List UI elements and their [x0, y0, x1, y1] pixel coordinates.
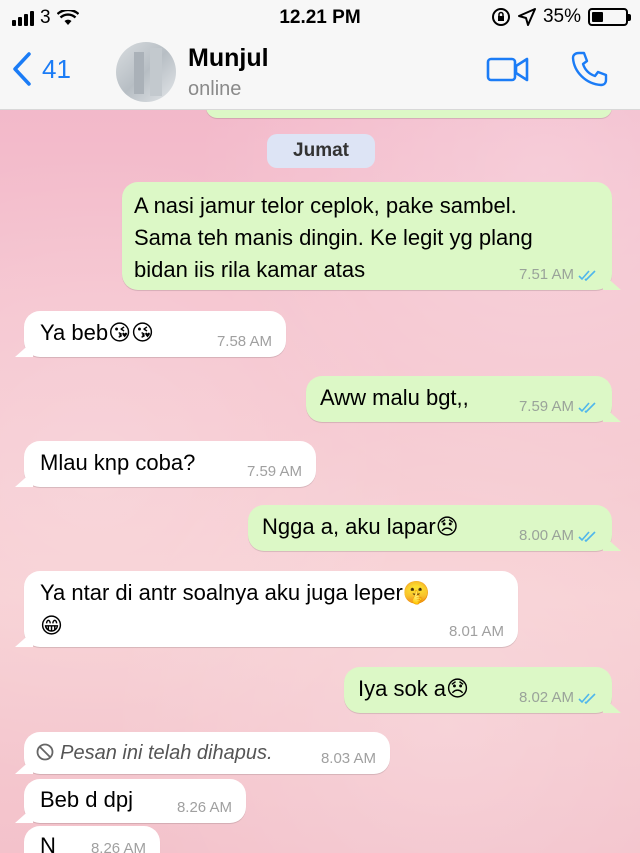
message-meta: 7.51 AM — [519, 266, 598, 284]
message-text: N — [40, 833, 56, 853]
contact-name[interactable]: Munjul — [188, 44, 269, 73]
status-right: 35% — [491, 6, 631, 28]
message-time: 8.26 AM — [90, 840, 146, 853]
message-time: 7.59 AM — [246, 463, 302, 480]
message-bubble-incoming[interactable]: N 8.26 AM — [24, 826, 160, 853]
message-time: 8.03 AM — [320, 750, 376, 767]
double-check-icon — [578, 693, 596, 704]
battery-icon — [588, 8, 631, 26]
grin-emoji: 😁 — [40, 614, 63, 639]
message-text: Beb d dpj — [40, 787, 133, 812]
message-text: Ya ntar di antr soalnya aku juga leper — [40, 580, 403, 605]
message-bubble-incoming[interactable]: Mlau knp coba? 7.59 AM — [24, 441, 316, 487]
message-bubble-incoming[interactable]: Beb d dpj 8.26 AM — [24, 779, 246, 823]
message-meta: 8.02 AM — [519, 689, 598, 707]
message-text-line: Sama teh manis dingin. Ke legit yg plang — [134, 225, 533, 250]
message-time: 8.01 AM — [448, 623, 504, 640]
message-bubble-outgoing[interactable]: Aww malu bgt,, 7.59 AM — [306, 376, 612, 422]
message-text-line: A nasi jamur telor ceplok, pake sambel. — [134, 193, 517, 218]
disappointed-emoji: 😞 — [435, 515, 459, 540]
message-bubble-incoming[interactable]: Ya ntar di antr soalnya aku juga leper🤫 … — [24, 571, 518, 647]
video-call-icon[interactable] — [486, 54, 530, 84]
chat-area[interactable]: Jumat A nasi jamur telor ceplok, pake sa… — [0, 0, 640, 853]
chevron-left-icon — [13, 52, 31, 86]
double-check-icon — [578, 531, 596, 542]
battery-fill — [592, 12, 604, 22]
message-text: Ngga a, aku lapar — [262, 514, 436, 539]
message-time: 7.58 AM — [216, 333, 272, 350]
message-time: 7.51 AM — [518, 266, 574, 283]
message-time: 8.02 AM — [518, 689, 574, 706]
contact-avatar[interactable] — [116, 42, 176, 102]
disappointed-emoji: 😞 — [446, 677, 469, 702]
kiss-emoji: 😘😘 — [108, 321, 154, 346]
message-meta: 8.01 AM — [449, 623, 504, 641]
message-meta: 7.59 AM — [247, 463, 302, 481]
message-bubble-outgoing[interactable]: A nasi jamur telor ceplok, pake sambel. … — [122, 182, 612, 290]
message-text: Aww malu bgt,, — [320, 385, 469, 410]
message-meta: 8.03 AM — [321, 750, 376, 768]
message-meta: 8.26 AM — [177, 799, 232, 817]
contact-status: online — [188, 78, 242, 100]
message-text: Pesan ini telah dihapus. — [60, 742, 273, 764]
chat-header: 41 Munjul online — [0, 36, 640, 110]
double-check-icon — [578, 402, 596, 413]
shush-emoji: 🤫 — [402, 581, 431, 606]
message-meta: 7.58 AM — [217, 333, 272, 351]
message-bubble-deleted[interactable]: Pesan ini telah dihapus. 8.03 AM — [24, 732, 390, 774]
double-check-icon — [578, 270, 596, 281]
message-text: Mlau knp coba? — [40, 450, 196, 475]
prohibited-icon — [36, 743, 54, 761]
message-meta: 8.26 AM — [91, 840, 146, 853]
battery-percent: 35% — [542, 6, 581, 27]
message-time: 8.00 AM — [518, 527, 574, 544]
message-bubble-incoming[interactable]: Ya beb😘😘 7.58 AM — [24, 311, 286, 357]
message-time: 7.59 AM — [518, 398, 574, 415]
unread-count: 41 — [42, 53, 71, 84]
back-button[interactable]: 41 — [12, 52, 71, 86]
message-meta: 7.59 AM — [519, 398, 598, 416]
message-time: 8.26 AM — [176, 799, 232, 816]
status-bar: 3 12.21 PM 35% — [0, 0, 640, 36]
location-icon — [517, 8, 536, 26]
message-text: Ya beb — [40, 320, 109, 345]
message-bubble-outgoing[interactable]: Iya sok a😞 8.02 AM — [344, 667, 612, 713]
rotation-lock-icon — [491, 8, 510, 26]
date-divider: Jumat — [267, 134, 375, 168]
message-bubble-outgoing[interactable]: Ngga a, aku lapar😞 8.00 AM — [248, 505, 612, 551]
message-text: Iya sok a — [358, 676, 447, 701]
message-meta: 8.00 AM — [519, 527, 598, 545]
phone-call-icon[interactable] — [570, 50, 608, 88]
